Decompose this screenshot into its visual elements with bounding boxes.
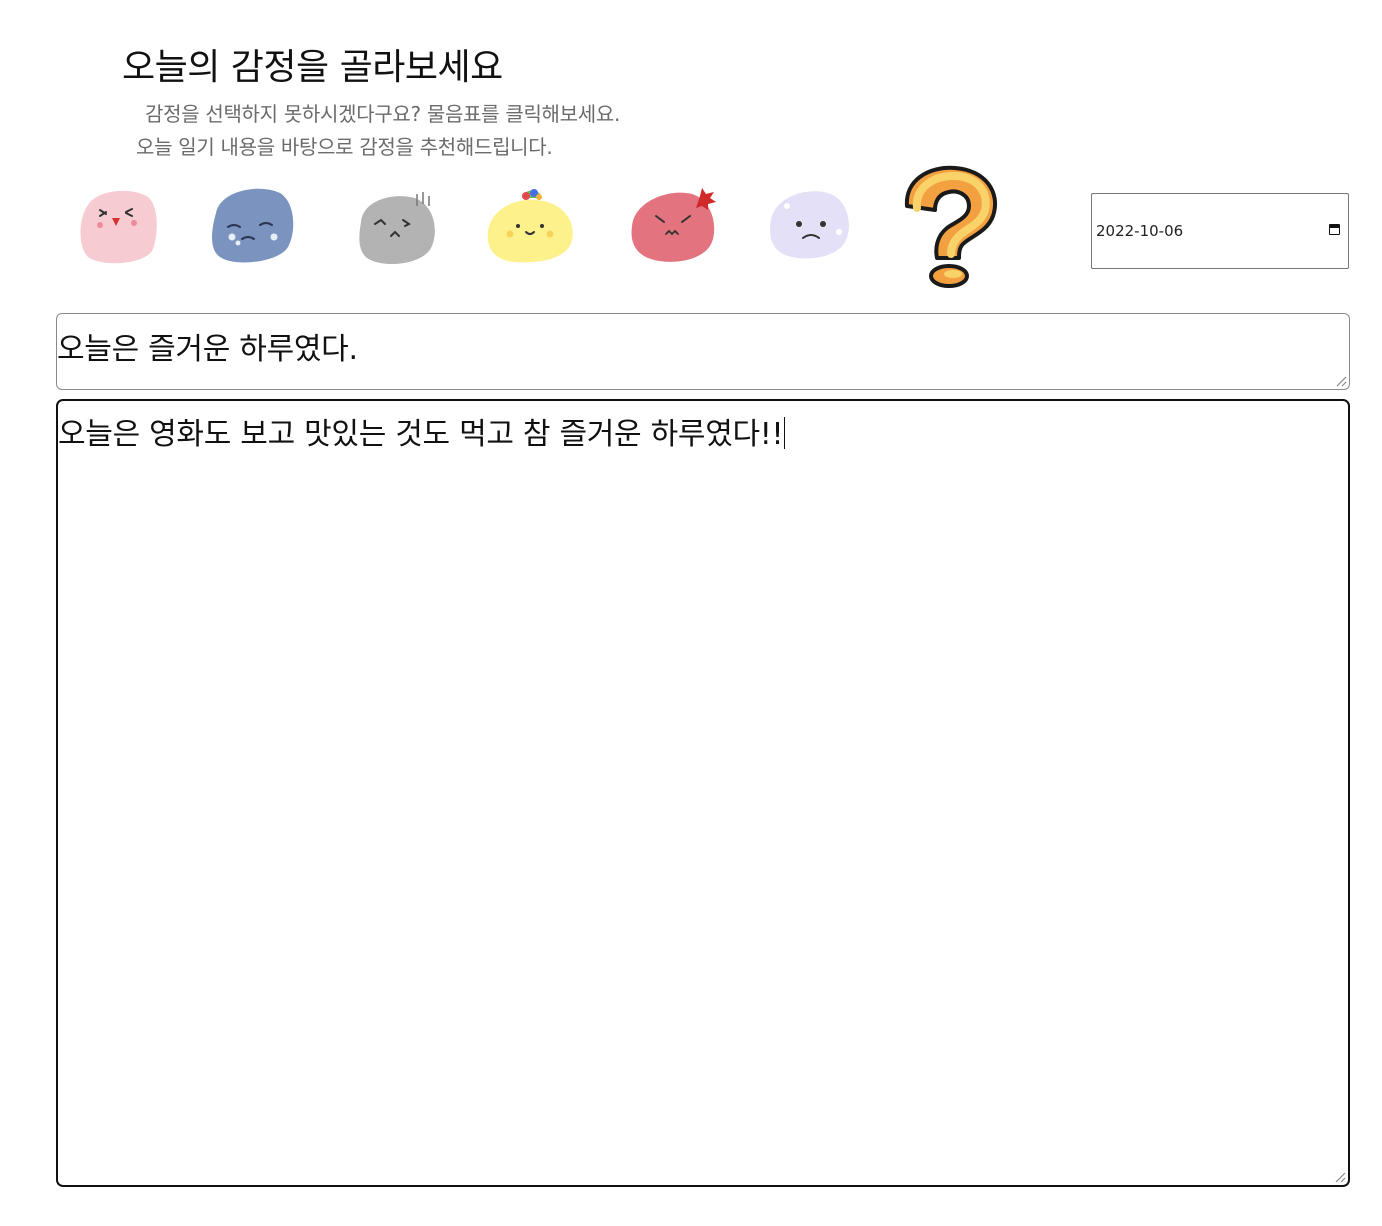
date-value: 2022-10-06 (1096, 222, 1184, 240)
calendar-icon[interactable] (1329, 224, 1340, 235)
text-caret (784, 417, 786, 449)
date-input[interactable]: 2022-10-06 (1091, 193, 1349, 269)
diary-title-field[interactable]: 오늘은 즐거운 하루였다. (56, 313, 1350, 390)
worried-blob-icon (770, 191, 849, 259)
emotion-cheerful-button[interactable] (484, 186, 578, 266)
emotion-angry-button[interactable] (628, 186, 720, 266)
question-mark-icon (904, 165, 997, 288)
diary-body-value: 오늘은 영화도 보고 맛있는 것도 먹고 참 즐거운 하루였다!! (58, 417, 784, 452)
emotion-tired-button[interactable] (353, 186, 439, 268)
happy-blob-icon (80, 190, 157, 264)
resize-handle-icon[interactable] (1333, 373, 1347, 387)
page-title: 오늘의 감정을 골라보세요 (122, 47, 503, 88)
sad-blob-icon (212, 188, 294, 263)
diary-body-field[interactable]: 오늘은 영화도 보고 맛있는 것도 먹고 참 즐거운 하루였다!! (56, 399, 1350, 1187)
subtitle-line-1: 감정을 선택하지 못하시겠다구요? 물음표를 클릭해보세요. (145, 102, 621, 126)
emotion-happy-button[interactable] (76, 183, 160, 267)
emotion-sad-button[interactable] (206, 183, 296, 267)
subtitle-line-2: 오늘 일기 내용을 바탕으로 감정을 추천해드립니다. (136, 135, 553, 159)
angry-blob-icon (631, 188, 716, 262)
tired-blob-icon (359, 192, 435, 264)
diary-title-value: 오늘은 즐거운 하루였다. (57, 332, 358, 367)
diary-body-value-wrap: 오늘은 영화도 보고 맛있는 것도 먹고 참 즐거운 하루였다!! (58, 409, 786, 453)
emotion-worried-button[interactable] (765, 184, 853, 264)
recommend-emotion-button[interactable] (893, 162, 1005, 290)
resize-handle-icon[interactable] (1332, 1169, 1346, 1183)
cheerful-blob-icon (487, 189, 573, 263)
